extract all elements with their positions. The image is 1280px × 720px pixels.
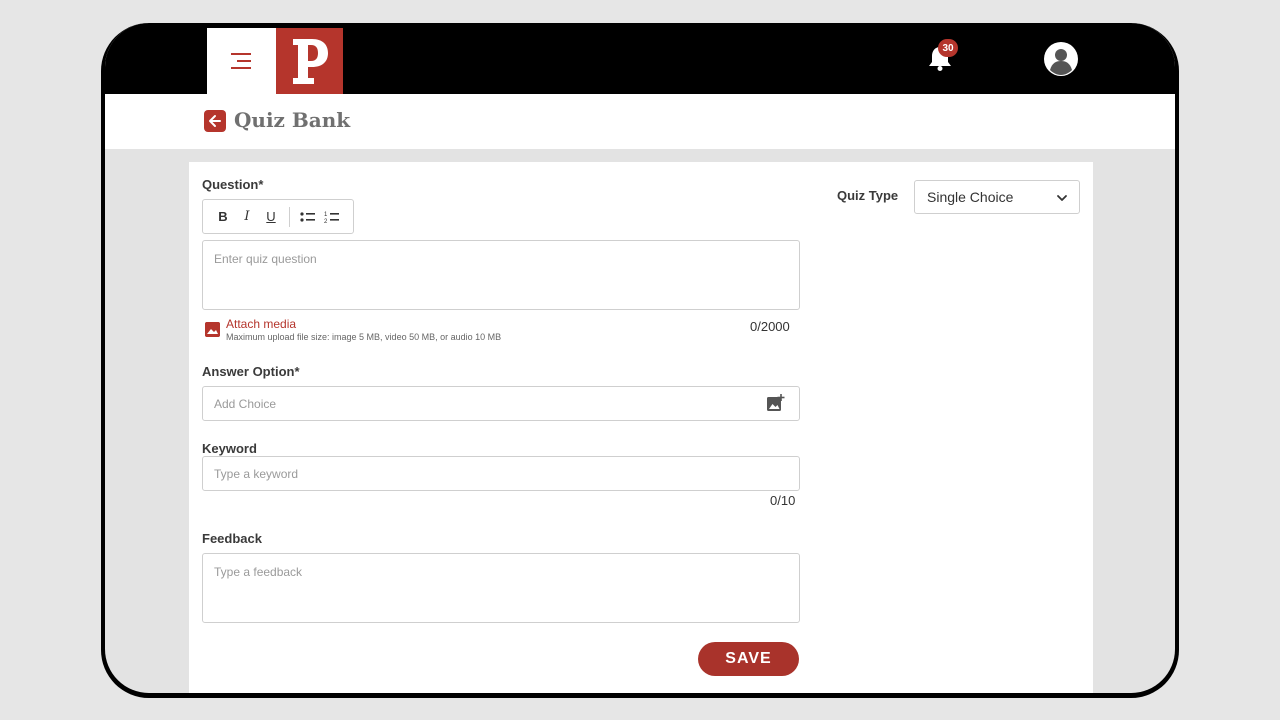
bullet-list-button[interactable] (296, 205, 320, 229)
notification-badge: 30 (938, 39, 958, 57)
question-char-counter: 0/2000 (750, 319, 790, 334)
text-format-toolbar: B I U 1 2 (202, 199, 354, 234)
attach-media-link[interactable]: Attach media (226, 317, 296, 331)
app-screen: 30 Quiz Bank Question* B I U 1 2 Enter q… (105, 23, 1175, 693)
feedback-input[interactable] (202, 553, 800, 623)
numbered-list-button[interactable]: 1 2 (320, 205, 344, 229)
bold-button[interactable]: B (211, 205, 235, 229)
numbered-list-icon: 1 2 (324, 212, 339, 224)
menu-button[interactable] (207, 28, 276, 94)
answer-option-label: Answer Option* (202, 364, 300, 379)
back-arrow-icon (209, 115, 221, 127)
italic-button[interactable]: I (235, 205, 259, 229)
question-input[interactable] (202, 240, 800, 310)
logo[interactable] (276, 28, 343, 94)
back-button[interactable] (204, 110, 226, 132)
keyword-input[interactable] (202, 456, 800, 491)
save-button[interactable]: SAVE (698, 642, 799, 676)
avatar-icon[interactable] (1044, 42, 1078, 76)
quiz-form-card: Question* B I U 1 2 Enter quiz question … (189, 162, 1093, 693)
question-label: Question* (202, 177, 264, 192)
menu-icon (230, 53, 251, 69)
image-icon[interactable] (205, 322, 220, 337)
keyword-label: Keyword (202, 441, 257, 456)
quiz-type-label: Quiz Type (837, 188, 899, 203)
quiz-type-select[interactable]: Single Choice (914, 180, 1080, 214)
keyword-char-counter: 0/10 (770, 493, 796, 508)
feedback-label: Feedback (202, 531, 262, 546)
image-add-icon[interactable] (767, 394, 785, 412)
quiz-type-value: Single Choice (927, 189, 1014, 205)
bullet-list-icon (300, 211, 315, 222)
svg-text:1: 1 (324, 212, 328, 218)
page-header: Quiz Bank (105, 94, 1175, 149)
underline-button[interactable]: U (259, 205, 283, 229)
add-choice-input[interactable] (202, 386, 800, 421)
device-frame: 30 Quiz Bank Question* B I U 1 2 Enter q… (101, 23, 1179, 698)
logo-icon (292, 39, 328, 84)
page-title: Quiz Bank (234, 108, 351, 132)
toolbar-divider (289, 206, 290, 227)
attach-media-hint: Maximum upload file size: image 5 MB, vi… (226, 332, 502, 342)
chevron-down-icon (1057, 195, 1067, 201)
top-bar: 30 (105, 23, 1175, 94)
svg-text:2: 2 (324, 219, 328, 224)
